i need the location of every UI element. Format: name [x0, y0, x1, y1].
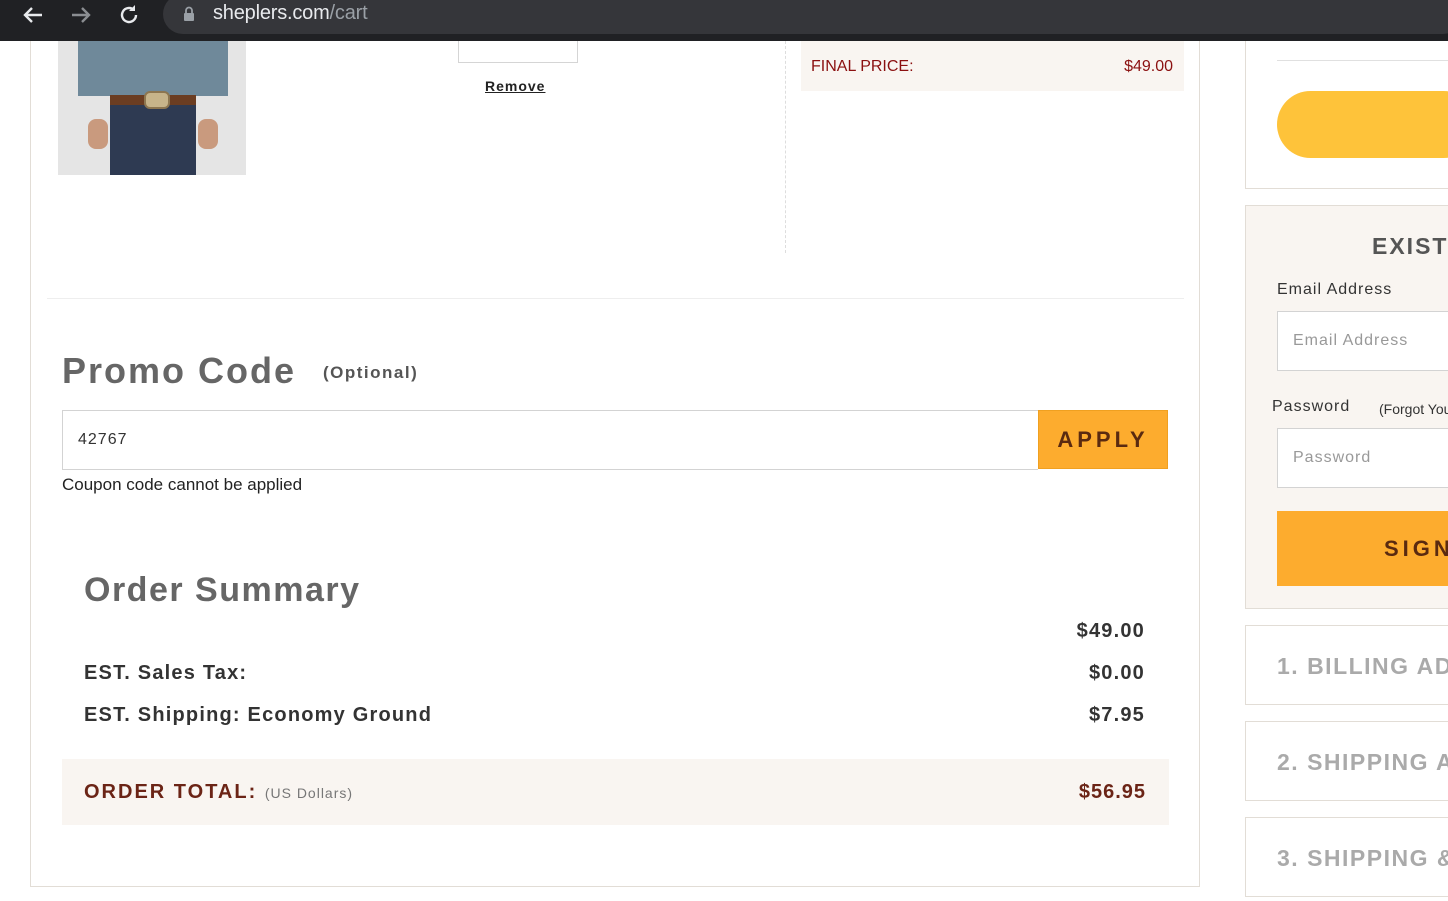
coupon-error-message: Coupon code cannot be applied	[62, 475, 303, 494]
promo-optional-label: (Optional)	[323, 363, 419, 382]
checkout-button[interactable]	[1277, 91, 1448, 158]
order-total-row: ORDER TOTAL: (US Dollars) $56.95	[62, 759, 1169, 825]
existing-customer-title: EXISTI	[1372, 233, 1448, 259]
final-price-value: $49.00	[1124, 58, 1173, 75]
back-arrow-icon[interactable]	[20, 2, 46, 28]
promo-code-title: Promo Code	[62, 350, 297, 391]
order-summary-title: Order Summary	[84, 571, 361, 609]
section-divider	[47, 298, 1184, 299]
reload-icon[interactable]	[116, 2, 142, 28]
step-label: 1. BILLING AD	[1277, 653, 1448, 679]
shipping-value: $7.95	[1088, 704, 1145, 726]
product-image[interactable]	[58, 41, 246, 175]
browser-toolbar: sheplers.com/cart	[0, 0, 1448, 41]
step-billing-address[interactable]: 1. BILLING AD	[1245, 625, 1448, 705]
sales-tax-label: EST. Sales Tax:	[84, 662, 248, 684]
forward-arrow-icon[interactable]	[68, 2, 94, 28]
email-label: Email Address	[1277, 281, 1393, 298]
divider	[1277, 60, 1448, 61]
quantity-stepper[interactable]	[458, 41, 578, 63]
lock-icon	[183, 6, 195, 27]
sign-in-button[interactable]: SIGN	[1277, 511, 1448, 586]
remove-link[interactable]: Remove	[485, 78, 545, 94]
order-total-label: ORDER TOTAL:	[84, 781, 258, 803]
shipping-label: EST. Shipping: Economy Ground	[84, 704, 433, 726]
email-field[interactable]	[1277, 311, 1448, 371]
password-label: Password	[1272, 398, 1351, 415]
url-text[interactable]: sheplers.com/cart	[213, 2, 368, 25]
promo-code-input[interactable]	[62, 410, 1038, 470]
final-price-row: FINAL PRICE: $49.00	[801, 41, 1184, 91]
currency-note: (US Dollars)	[264, 785, 354, 801]
forgot-password-link[interactable]: (Forgot You	[1379, 401, 1448, 417]
password-field[interactable]	[1277, 428, 1448, 488]
sales-tax-value: $0.00	[1088, 662, 1145, 684]
belt-buckle-icon	[144, 91, 170, 109]
apply-button[interactable]: APPLY	[1038, 410, 1168, 469]
step-label: 2. SHIPPING A	[1277, 749, 1448, 775]
column-divider	[785, 41, 786, 253]
order-total-value: $56.95	[1078, 781, 1146, 803]
subtotal-value: $49.00	[1076, 620, 1145, 642]
step-shipping-method[interactable]: 3. SHIPPING &	[1245, 817, 1448, 897]
final-price-label: FINAL PRICE:	[811, 58, 914, 75]
step-shipping-address[interactable]: 2. SHIPPING A	[1245, 721, 1448, 801]
step-label: 3. SHIPPING &	[1277, 845, 1448, 871]
